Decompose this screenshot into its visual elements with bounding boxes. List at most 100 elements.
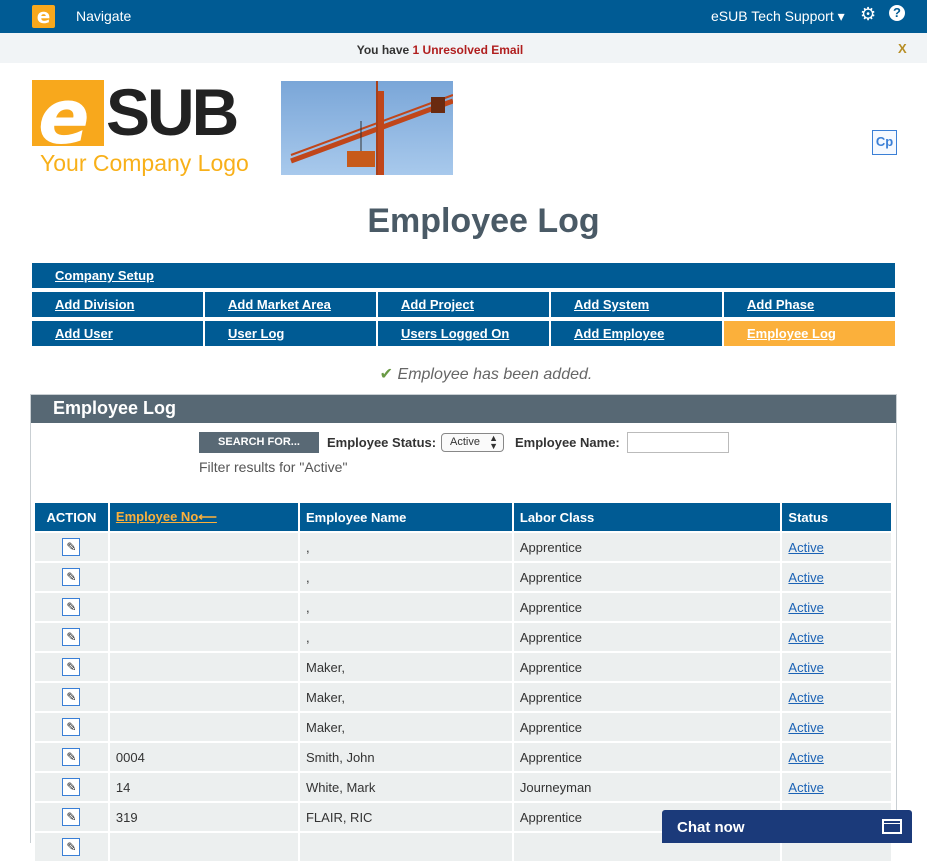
edit-cell: ✎ bbox=[35, 773, 108, 801]
table-row: ✎, Apprentice Active bbox=[35, 623, 891, 651]
labor-class-cell: Apprentice bbox=[513, 743, 781, 771]
employee-name-cell: FLAIR, RIC bbox=[299, 803, 512, 831]
menu-add-market-area[interactable]: Add Market Area bbox=[205, 292, 376, 317]
column-header-employee-name[interactable]: Employee Name bbox=[299, 503, 512, 531]
pencil-icon[interactable]: ✎ bbox=[62, 748, 81, 766]
employee-no-cell bbox=[109, 653, 298, 681]
edit-cell: ✎ bbox=[35, 833, 108, 861]
employee-name-label: Employee Name: bbox=[515, 435, 620, 450]
employee-name-input[interactable] bbox=[627, 432, 729, 453]
status-cell: Active bbox=[782, 773, 891, 801]
menu-add-project[interactable]: Add Project bbox=[378, 292, 549, 317]
edit-cell: ✎ bbox=[35, 803, 108, 831]
logo-tagline: Your Company Logo bbox=[40, 150, 249, 176]
column-header-employee-no[interactable]: Employee No⟵ bbox=[109, 503, 298, 531]
menu-row-2: Add User User Log Users Logged On Add Em… bbox=[32, 321, 895, 346]
employee-no-cell: 0004 bbox=[109, 743, 298, 771]
pencil-icon[interactable]: ✎ bbox=[62, 838, 81, 856]
menu-add-phase[interactable]: Add Phase bbox=[724, 292, 895, 317]
labor-class-cell: Apprentice bbox=[513, 593, 781, 621]
pencil-icon[interactable]: ✎ bbox=[62, 808, 81, 826]
edit-cell: ✎ bbox=[35, 533, 108, 561]
column-header-action: ACTION bbox=[35, 503, 108, 531]
edit-cell: ✎ bbox=[35, 623, 108, 651]
menu-company-setup[interactable]: Company Setup bbox=[32, 263, 895, 288]
employee-no-cell: 14 bbox=[109, 773, 298, 801]
labor-class-cell: Apprentice bbox=[513, 653, 781, 681]
close-notice-button[interactable]: X bbox=[898, 41, 907, 56]
pencil-icon[interactable]: ✎ bbox=[62, 658, 81, 676]
employee-name-cell: White, Mark bbox=[299, 773, 512, 801]
employee-name-cell: , bbox=[299, 563, 512, 591]
status-link[interactable]: Active bbox=[788, 720, 823, 735]
pencil-icon[interactable]: ✎ bbox=[62, 538, 81, 556]
employee-name-cell: , bbox=[299, 623, 512, 651]
edit-cell: ✎ bbox=[35, 713, 108, 741]
status-link[interactable]: Active bbox=[788, 780, 823, 795]
status-cell: Active bbox=[782, 533, 891, 561]
menu-users-logged-on[interactable]: Users Logged On bbox=[378, 321, 549, 346]
chat-window-icon[interactable] bbox=[882, 819, 902, 834]
status-link[interactable]: Active bbox=[788, 600, 823, 615]
menu-add-user[interactable]: Add User bbox=[32, 321, 203, 346]
cp-button[interactable]: Cp bbox=[872, 130, 897, 155]
status-link[interactable]: Active bbox=[788, 660, 823, 675]
employee-name-cell: Maker, bbox=[299, 683, 512, 711]
chat-widget[interactable]: Chat now bbox=[662, 810, 912, 843]
gear-icon[interactable]: ⚙ bbox=[860, 4, 876, 25]
table-row: ✎ 0004 Smith, John Apprentice Active bbox=[35, 743, 891, 771]
employee-status-select[interactable]: Active ▲ ▼ bbox=[441, 433, 504, 452]
pencil-icon[interactable]: ✎ bbox=[62, 598, 81, 616]
unresolved-email-link[interactable]: 1 Unresolved Email bbox=[413, 43, 524, 57]
labor-class-cell: Apprentice bbox=[513, 713, 781, 741]
employee-no-cell bbox=[109, 833, 298, 861]
tech-support-dropdown[interactable]: eSUB Tech Support ▾ bbox=[711, 8, 845, 25]
table-row: ✎ Maker, Apprentice Active bbox=[35, 713, 891, 741]
employee-no-cell bbox=[109, 533, 298, 561]
status-link[interactable]: Active bbox=[788, 750, 823, 765]
navigate-menu[interactable]: Navigate bbox=[76, 8, 131, 24]
pencil-icon[interactable]: ✎ bbox=[62, 778, 81, 796]
status-cell: Active bbox=[782, 683, 891, 711]
menu-add-division[interactable]: Add Division bbox=[32, 292, 203, 317]
status-link[interactable]: Active bbox=[788, 540, 823, 555]
employee-no-cell bbox=[109, 593, 298, 621]
column-header-status[interactable]: Status bbox=[782, 503, 891, 531]
filter-results-text: Filter results for "Active" bbox=[199, 459, 348, 475]
chat-now-label: Chat now bbox=[677, 819, 745, 836]
status-link[interactable]: Active bbox=[788, 630, 823, 645]
menu-employee-log[interactable]: Employee Log bbox=[724, 321, 895, 346]
panel-title: Employee Log bbox=[31, 395, 896, 423]
menu-row-1: Add Division Add Market Area Add Project… bbox=[32, 292, 895, 317]
status-link[interactable]: Active bbox=[788, 570, 823, 585]
labor-class-cell: Apprentice bbox=[513, 563, 781, 591]
pencil-icon[interactable]: ✎ bbox=[62, 688, 81, 706]
status-cell: Active bbox=[782, 653, 891, 681]
employee-status-label: Employee Status: bbox=[327, 435, 437, 450]
employee-name-cell: Maker, bbox=[299, 653, 512, 681]
table-row: ✎, Apprentice Active bbox=[35, 563, 891, 591]
status-cell: Active bbox=[782, 713, 891, 741]
edit-cell: ✎ bbox=[35, 683, 108, 711]
menu-add-employee[interactable]: Add Employee bbox=[551, 321, 722, 346]
pencil-icon[interactable]: ✎ bbox=[62, 628, 81, 646]
sort-arrow-icon: ⟵ bbox=[198, 509, 217, 524]
employee-no-cell bbox=[109, 563, 298, 591]
pencil-icon[interactable]: ✎ bbox=[62, 568, 81, 586]
employee-no-cell bbox=[109, 713, 298, 741]
confirmation-message: ✔ Employee has been added. bbox=[379, 366, 593, 383]
esub-app-icon[interactable]: e bbox=[32, 5, 55, 28]
status-cell: Active bbox=[782, 743, 891, 771]
pencil-icon[interactable]: ✎ bbox=[62, 718, 81, 736]
employee-log-panel: Employee Log SEARCH FOR... Employee Stat… bbox=[30, 394, 897, 861]
help-icon[interactable]: ? bbox=[889, 5, 905, 21]
table-row: ✎ 14 White, Mark Journeyman Active bbox=[35, 773, 891, 801]
crane-photo bbox=[281, 81, 453, 175]
status-link[interactable]: Active bbox=[788, 690, 823, 705]
company-logo: e SUB Your Company Logo bbox=[32, 72, 280, 178]
search-for-button[interactable]: SEARCH FOR... bbox=[199, 432, 319, 453]
status-cell: Active bbox=[782, 593, 891, 621]
column-header-labor-class[interactable]: Labor Class bbox=[513, 503, 781, 531]
menu-user-log[interactable]: User Log bbox=[205, 321, 376, 346]
menu-add-system[interactable]: Add System bbox=[551, 292, 722, 317]
